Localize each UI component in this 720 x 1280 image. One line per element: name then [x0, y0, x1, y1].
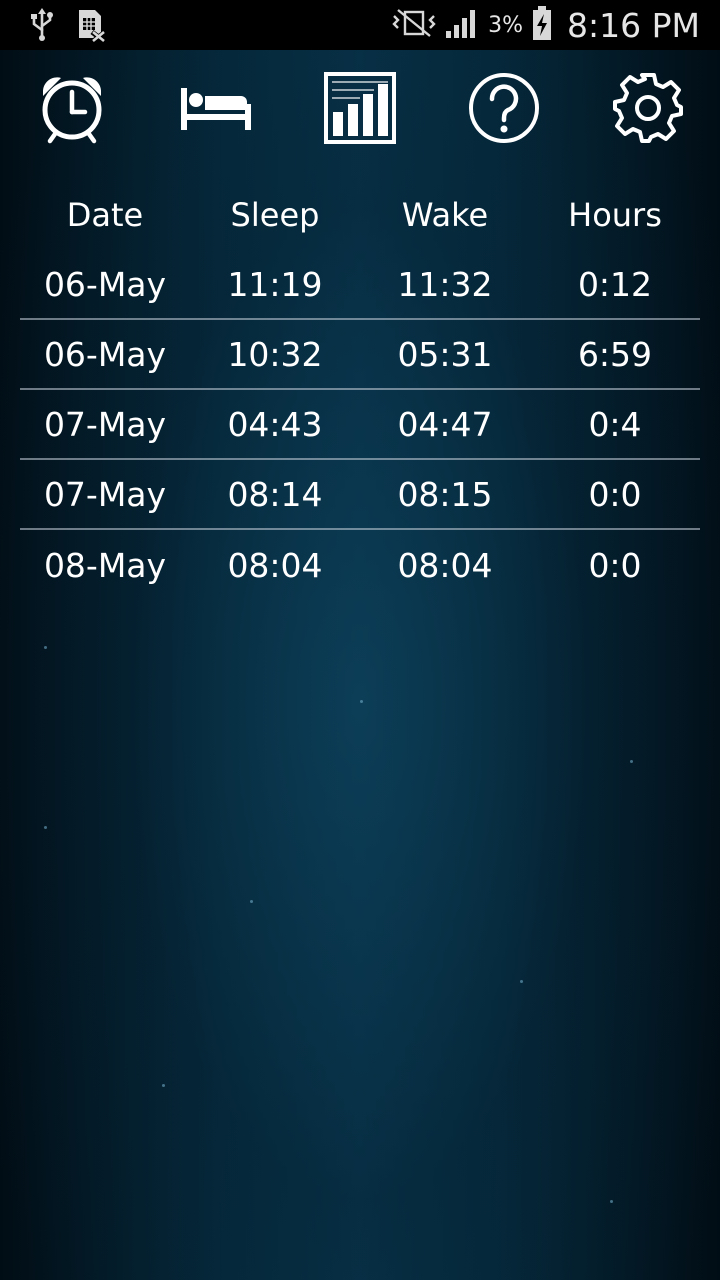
cell-date: 07-May [43, 474, 167, 514]
table-row[interactable]: 08-May 08:04 08:04 0:0 [20, 530, 700, 600]
settings-button[interactable] [606, 68, 690, 152]
cell-sleep: 04:43 [227, 404, 323, 444]
cell-date: 06-May [43, 334, 167, 374]
cell-hours: 0:0 [588, 474, 642, 514]
cell-sleep: 08:14 [227, 474, 323, 514]
cell-wake: 05:31 [397, 334, 493, 374]
status-bar: 3% 8:16 PM [0, 0, 720, 50]
signal-icon [444, 7, 480, 43]
table-header: Date Sleep Wake Hours [20, 180, 700, 250]
cell-date: 06-May [43, 264, 167, 304]
usb-icon [28, 8, 56, 46]
cell-date: 08-May [43, 545, 167, 585]
cell-wake: 08:04 [397, 545, 493, 585]
table-row[interactable]: 06-May 11:19 11:32 0:12 [20, 250, 700, 320]
cell-sleep: 11:19 [227, 264, 323, 304]
sleep-log-table: Date Sleep Wake Hours 06-May 11:19 11:32… [20, 180, 700, 600]
alarm-button[interactable] [30, 68, 114, 152]
table-row[interactable]: 07-May 04:43 04:47 0:4 [20, 390, 700, 460]
header-wake: Wake [401, 196, 489, 234]
header-date: Date [66, 196, 144, 234]
cell-sleep: 08:04 [227, 545, 323, 585]
toolbar [0, 68, 720, 152]
alarm-clock-icon [37, 72, 107, 148]
bed-icon [179, 84, 253, 136]
table-row[interactable]: 06-May 10:32 05:31 6:59 [20, 320, 700, 390]
screen: 3% 8:16 PM Date Sleep Wake Hours 06-May … [0, 0, 720, 1280]
cell-hours: 0:4 [588, 404, 642, 444]
cell-hours: 6:59 [577, 334, 653, 374]
battery-percent: 3% [488, 12, 524, 38]
cell-wake: 04:47 [397, 404, 493, 444]
table-row[interactable]: 07-May 08:14 08:15 0:0 [20, 460, 700, 530]
status-bar-right: 3% 8:16 PM [392, 0, 700, 50]
vibrate-off-icon [392, 8, 436, 42]
status-bar-left [28, 8, 107, 46]
cell-wake: 08:15 [397, 474, 493, 514]
header-hours: Hours [568, 196, 662, 234]
battery-charging-icon [531, 5, 553, 45]
sleep-button[interactable] [174, 68, 258, 152]
cell-sleep: 10:32 [227, 334, 323, 374]
chart-icon [324, 72, 396, 148]
cell-date: 07-May [43, 404, 167, 444]
statistics-button[interactable] [318, 68, 402, 152]
help-button[interactable] [462, 68, 546, 152]
help-icon [468, 72, 540, 148]
cell-hours: 0:12 [577, 264, 653, 304]
settings-icon [612, 72, 684, 148]
header-sleep: Sleep [230, 196, 320, 234]
sim-error-icon [76, 8, 107, 46]
cell-hours: 0:0 [588, 545, 642, 585]
cell-wake: 11:32 [397, 264, 493, 304]
status-time: 8:16 PM [567, 5, 700, 45]
